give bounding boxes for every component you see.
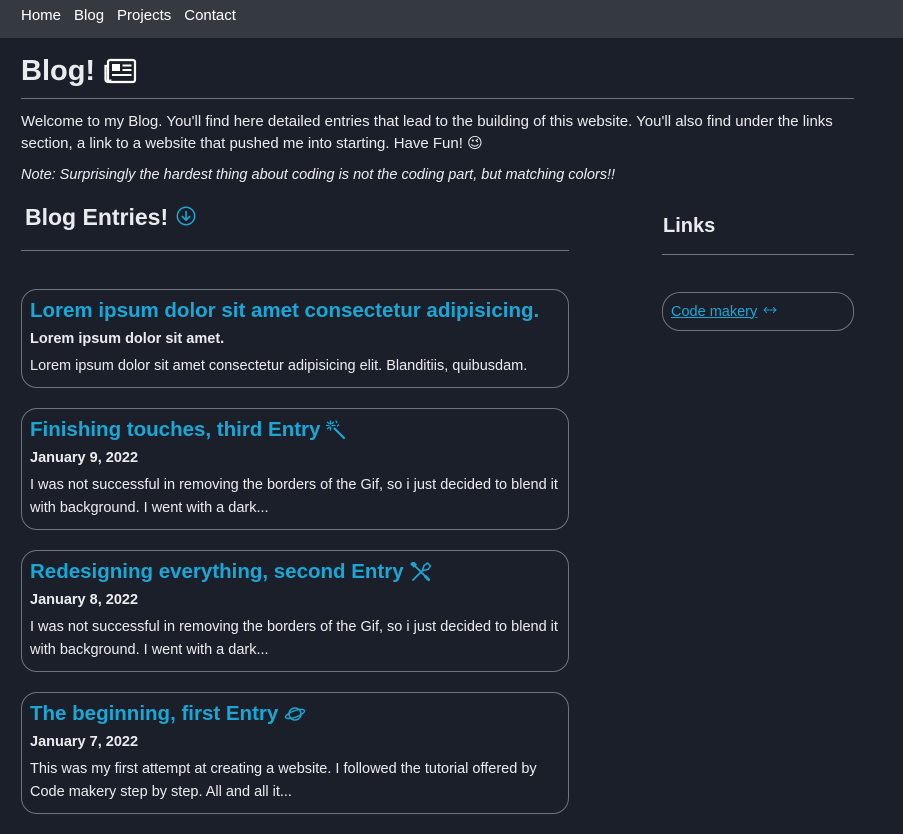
entry-title[interactable]: Lorem ipsum dolor sit amet consectetur a… [30, 297, 560, 325]
page-title-text: Blog! [21, 54, 96, 87]
title-divider [21, 98, 854, 99]
entry-excerpt: I was not successful in removing the bor… [30, 619, 558, 658]
blog-entry-card[interactable]: Redesigning everything, second Entry Jan… [21, 550, 569, 672]
entry-subtitle: Lorem ipsum dolor sit amet. [30, 331, 225, 347]
newspaper-icon [104, 58, 137, 84]
blog-entry-card[interactable]: Lorem ipsum dolor sit amet consectetur a… [21, 289, 569, 388]
planet-icon [285, 707, 306, 721]
code-makery-link-label[interactable]: Code makery [671, 304, 757, 320]
entry-title-text[interactable]: The beginning, first Entry [30, 700, 278, 728]
page-title: Blog! [21, 38, 854, 90]
entry-date: January 9, 2022 [30, 450, 139, 466]
top-navbar: Home Blog Projects Contact [0, 0, 903, 38]
entry-excerpt: This was my first attempt at creating a … [30, 761, 537, 800]
entry-excerpt: Lorem ipsum dolor sit amet consectetur a… [30, 358, 528, 374]
arrow-down-circle-icon [176, 206, 196, 226]
entry-title-text[interactable]: Lorem ipsum dolor sit amet consectetur a… [30, 297, 539, 325]
nav-home-link[interactable]: Home [21, 0, 61, 35]
entry-date: January 8, 2022 [30, 592, 139, 608]
magic-wand-icon [326, 420, 346, 440]
main-container: Blog! Welcome to my Blog. You'll find he… [0, 38, 903, 183]
nav-contact-link[interactable]: Contact [184, 0, 236, 35]
entry-title-text[interactable]: Finishing touches, third Entry [30, 416, 320, 444]
tools-icon [409, 562, 431, 581]
links-title: Links [662, 204, 854, 244]
nav-projects-link[interactable]: Projects [117, 0, 171, 35]
blog-entry-card[interactable]: Finishing touches, third Entry January 9… [21, 408, 569, 530]
blog-entry-card[interactable]: The beginning, first Entry January 7, 20… [21, 692, 569, 814]
blog-entries-section: Blog Entries! Lorem ipsum dolor sit amet… [21, 204, 569, 834]
code-makery-link[interactable]: Code makery [662, 292, 854, 331]
blog-entries-divider [21, 250, 569, 251]
nav-blog-link[interactable]: Blog [74, 0, 104, 35]
note-text: Note: Surprisingly the hardest thing abo… [21, 167, 616, 183]
entry-title[interactable]: The beginning, first Entry [30, 700, 560, 728]
entry-title[interactable]: Finishing touches, third Entry [30, 416, 560, 444]
entries-list: Lorem ipsum dolor sit amet consectetur a… [21, 289, 569, 814]
entry-date: January 7, 2022 [30, 734, 139, 750]
entry-title-text[interactable]: Redesigning everything, second Entry [30, 558, 404, 586]
links-title-text: Links [663, 214, 716, 237]
links-divider [662, 254, 854, 255]
blog-entries-title-text: Blog Entries! [25, 204, 169, 230]
entry-excerpt: I was not successful in removing the bor… [30, 477, 558, 516]
intro-text: Welcome to my Blog. You'll find here det… [21, 113, 833, 152]
arrows-expand-icon [763, 306, 777, 313]
blog-entries-title: Blog Entries! [21, 204, 569, 240]
links-section: Links Code makery [662, 204, 854, 331]
entry-title[interactable]: Redesigning everything, second Entry [30, 558, 560, 586]
